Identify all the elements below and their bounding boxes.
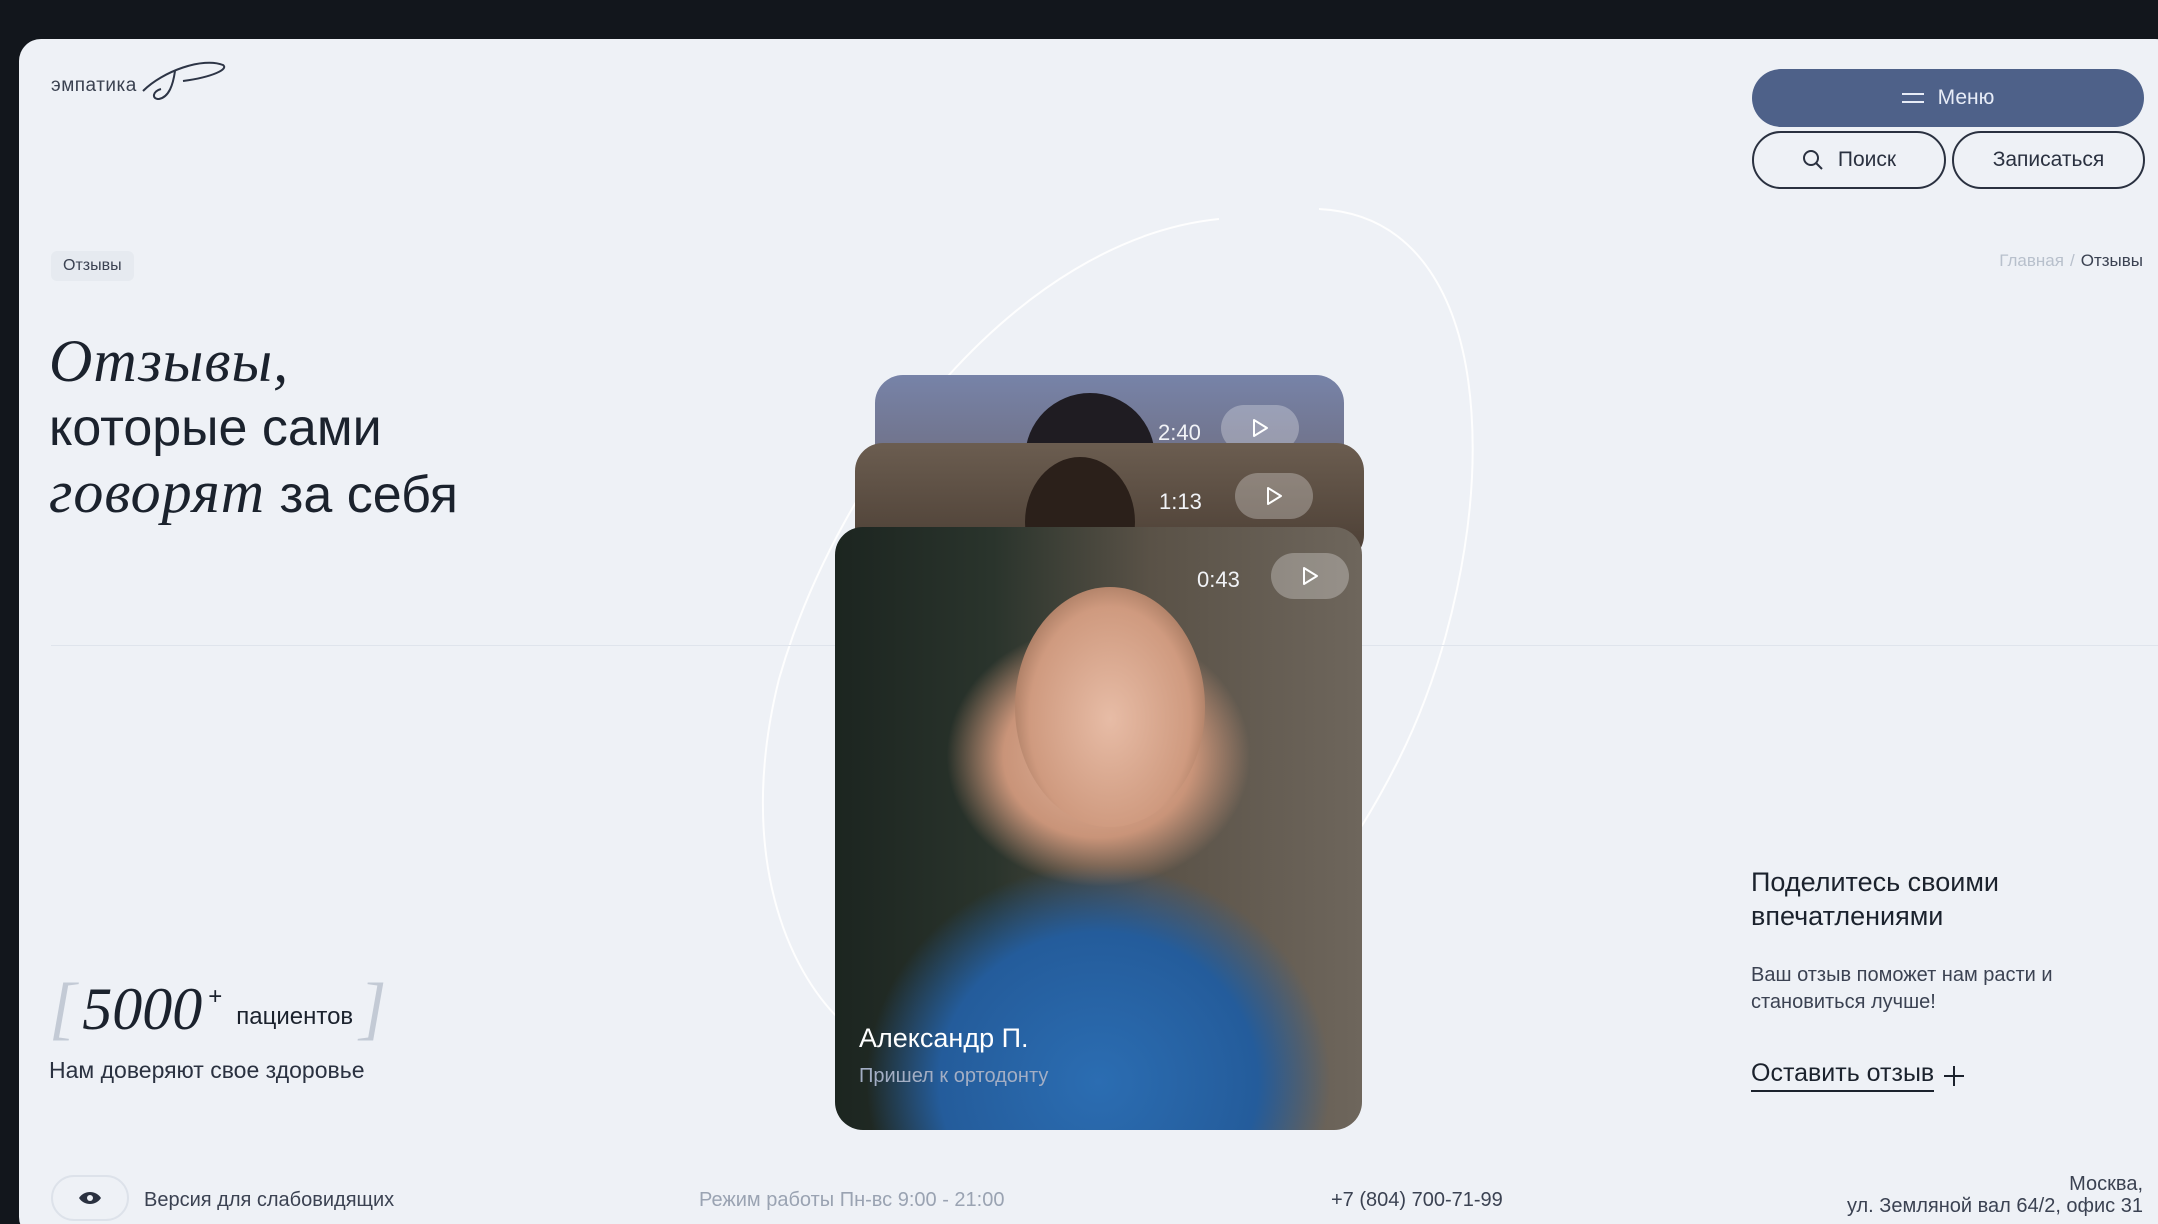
reviewer-role: Пришел к ортодонту bbox=[859, 1065, 1049, 1087]
cta-text: Ваш отзыв поможет нам расти и становитьс… bbox=[1751, 964, 2053, 1013]
page-tag: Отзывы bbox=[51, 251, 134, 281]
play-button[interactable] bbox=[1235, 473, 1313, 519]
title-line-2: которые сами bbox=[49, 399, 382, 457]
signup-button[interactable]: Записаться bbox=[1952, 131, 2145, 189]
stat-number: 5000 bbox=[82, 976, 203, 1042]
title-line-1: Отзывы, bbox=[49, 328, 290, 394]
reviewer-name: Александр П. bbox=[859, 1023, 1029, 1053]
video-duration: 1:13 bbox=[1159, 489, 1202, 514]
address-line-1: Москва, bbox=[2069, 1173, 2143, 1195]
search-button-label: Поиск bbox=[1837, 148, 1897, 171]
play-button[interactable] bbox=[1271, 553, 1349, 599]
menu-icon bbox=[1901, 93, 1924, 103]
eye-icon bbox=[79, 1192, 101, 1204]
search-button[interactable]: Поиск bbox=[1752, 131, 1946, 189]
stat-plus: + bbox=[208, 983, 223, 1010]
stat-unit: пациентов bbox=[236, 1003, 354, 1030]
video-duration: 0:43 bbox=[1197, 567, 1240, 592]
video-thumbnail bbox=[1015, 587, 1205, 827]
play-icon bbox=[1253, 419, 1268, 437]
breadcrumb-home[interactable]: Главная bbox=[1999, 251, 2064, 270]
play-icon bbox=[1303, 567, 1318, 585]
breadcrumb-separator: / bbox=[2069, 251, 2075, 270]
leave-review-label: Оставить отзыв bbox=[1751, 1059, 1935, 1092]
title-line-3-serif: говорят bbox=[49, 459, 266, 525]
address-line-2: ул. Земляной вал 64/2, офис 31 bbox=[1846, 1195, 2143, 1217]
address: Москва, ул. Земляной вал 64/2, офис 31 bbox=[1743, 1173, 2143, 1217]
logo-signature-icon bbox=[142, 61, 226, 101]
menu-button-label: Меню bbox=[1937, 86, 1995, 109]
stat-caption: Нам доверяют свое здоровье bbox=[49, 1057, 365, 1083]
search-icon bbox=[1802, 150, 1823, 170]
signup-button-label: Записаться bbox=[1992, 148, 2105, 171]
breadcrumb: Главная / Отзывы bbox=[1877, 251, 2158, 271]
play-icon bbox=[1267, 487, 1282, 505]
page-title: Отзывы, которые сами говорят за себя bbox=[49, 329, 458, 527]
cta-title: Поделитесь своими впечатлениями bbox=[1751, 867, 1999, 931]
leave-review-link[interactable]: Оставить отзыв bbox=[1751, 1059, 1966, 1092]
bracket-right-icon: ] bbox=[359, 970, 387, 1047]
phone-link[interactable]: +7 (804) 700-71-99 bbox=[1331, 1189, 1503, 1212]
accessibility-button[interactable] bbox=[51, 1175, 129, 1221]
plus-icon bbox=[1944, 1065, 1965, 1086]
menu-button[interactable]: Меню bbox=[1752, 69, 2144, 127]
working-hours: Режим работы Пн-вс 9:00 - 21:00 bbox=[699, 1189, 1005, 1211]
breadcrumb-current: Отзывы bbox=[2080, 251, 2143, 270]
title-line-3-rest: за себя bbox=[265, 466, 458, 524]
bracket-left-icon: [ bbox=[49, 970, 77, 1047]
video-card-3[interactable]: 0:43 Александр П. Пришел к ортодонту bbox=[835, 527, 1362, 1130]
accessibility-link[interactable]: Версия для слабовидящих bbox=[144, 1189, 394, 1212]
logo[interactable]: эмпатика bbox=[51, 61, 233, 107]
page-frame: эмпатика Меню Поиск Записаться Отзывы Гл… bbox=[19, 39, 2158, 1224]
patients-stat: [ 5000 + пациентов ] Нам доверяют свое з… bbox=[49, 970, 387, 1084]
